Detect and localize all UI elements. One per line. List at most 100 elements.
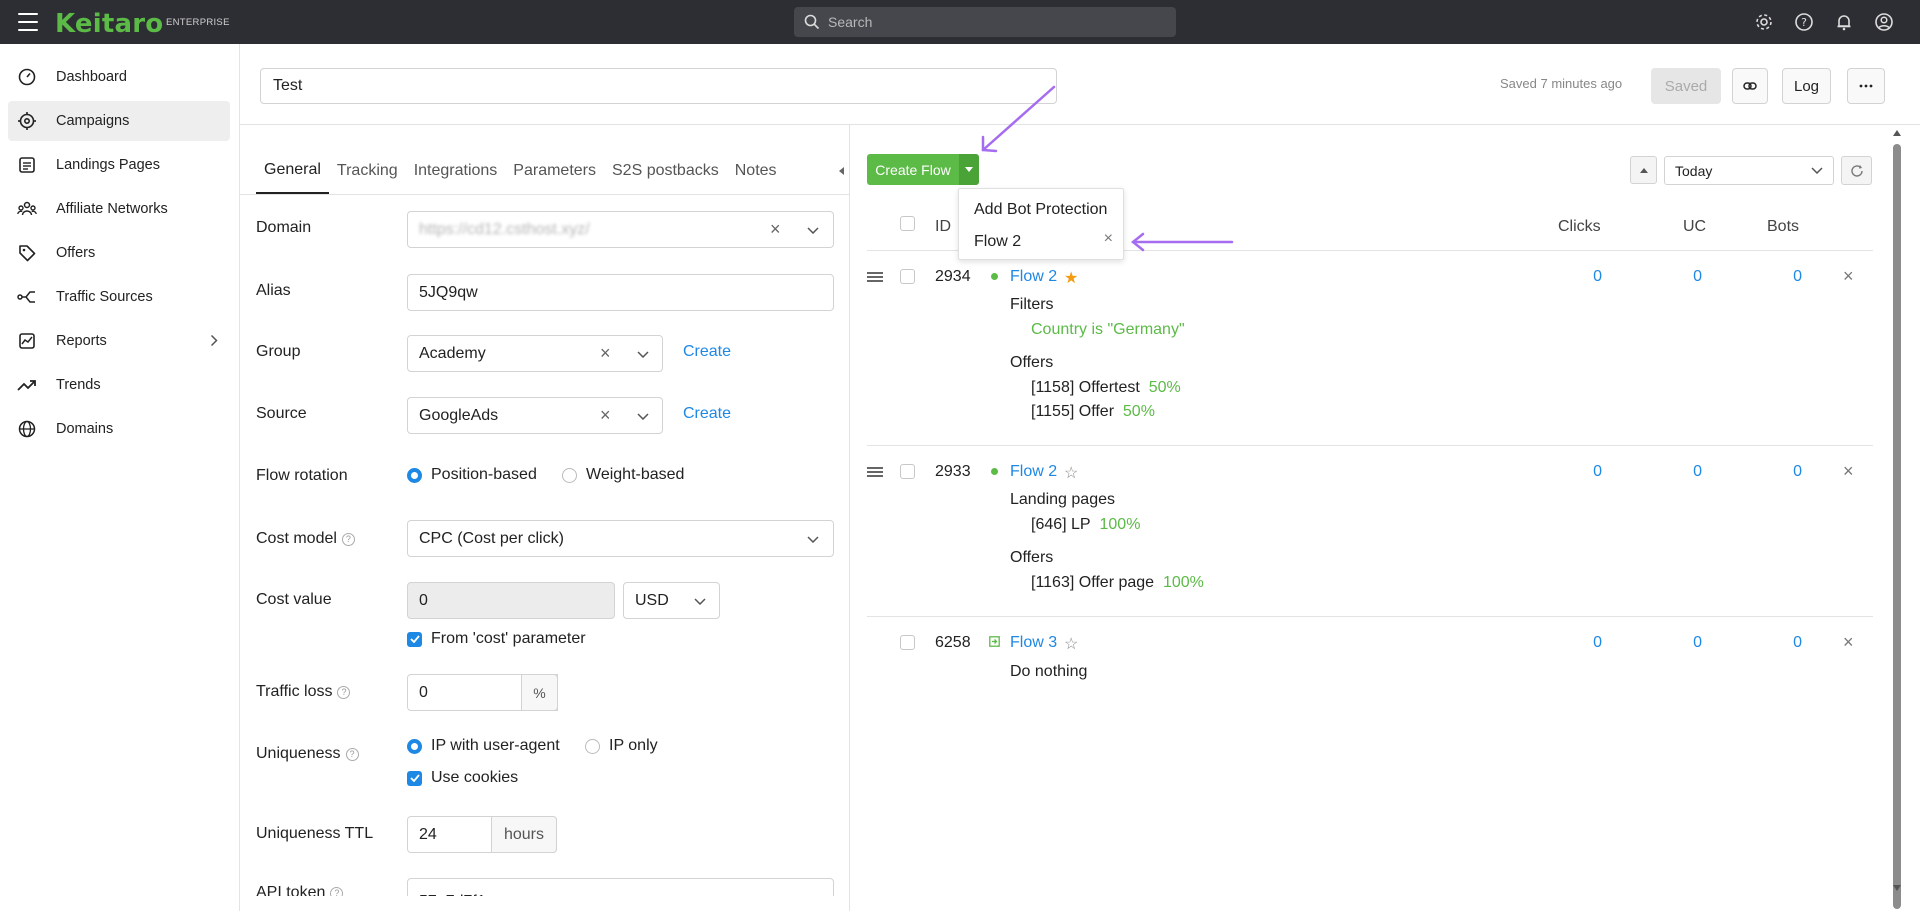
delete-flow-icon[interactable]: × <box>1843 461 1854 482</box>
tabs-scroll-left-icon[interactable] <box>838 166 845 176</box>
star-outline-icon[interactable]: ☆ <box>1064 463 1078 483</box>
search-input[interactable] <box>828 14 1128 30</box>
log-button[interactable]: Log <box>1782 68 1831 104</box>
column-bots[interactable]: Bots <box>1767 218 1799 236</box>
close-icon[interactable]: × <box>1104 230 1113 248</box>
bots-value[interactable]: 0 <box>1762 268 1802 286</box>
api-token-input[interactable]: 57e7d7f1 <box>407 878 834 896</box>
link-button[interactable] <box>1732 68 1768 104</box>
scrollbar[interactable] <box>1893 130 1901 909</box>
flow-name-link[interactable]: Flow 2 <box>1010 268 1057 286</box>
drag-handle-icon[interactable] <box>867 272 883 282</box>
sidebar-item-offers[interactable]: Offers <box>8 233 230 273</box>
tab-tracking[interactable]: Tracking <box>329 148 406 194</box>
group-value: Academy <box>419 344 486 362</box>
clicks-value[interactable]: 0 <box>1562 463 1602 481</box>
sidebar-item-domains[interactable]: Domains <box>8 409 230 449</box>
uc-value[interactable]: 0 <box>1662 268 1702 286</box>
sidebar-item-campaigns[interactable]: Campaigns <box>8 101 230 141</box>
chevron-down-icon[interactable] <box>637 351 649 358</box>
tab-notes[interactable]: Notes <box>727 148 785 194</box>
column-id[interactable]: ID <box>935 218 951 236</box>
tab-parameters[interactable]: Parameters <box>505 148 604 194</box>
create-source-link[interactable]: Create <box>683 405 731 423</box>
clear-icon[interactable]: × <box>600 405 611 426</box>
chevron-down-icon[interactable] <box>694 598 706 605</box>
cost-model-select[interactable]: CPC (Cost per click) <box>407 520 834 557</box>
alias-input[interactable]: 5JQ9qw <box>407 274 834 311</box>
clicks-value[interactable]: 0 <box>1562 634 1602 652</box>
sidebar-item-dashboard[interactable]: Dashboard <box>8 57 230 97</box>
help-icon[interactable]: ? <box>1793 11 1815 33</box>
source-select[interactable]: GoogleAds × <box>407 397 663 434</box>
sidebar-item-landing-pages[interactable]: Landings Pages <box>8 145 230 185</box>
campaign-name-input[interactable] <box>260 68 1057 104</box>
create-flow-button[interactable]: Create Flow <box>867 154 959 185</box>
scroll-up-icon[interactable] <box>1893 130 1901 136</box>
filter-item: Country is "Germany" <box>1031 321 1185 338</box>
uniqueness-ip-only-radio[interactable]: IP only <box>585 737 658 755</box>
uniqueness-ip-ua-radio[interactable]: IP with user-agent <box>407 737 560 755</box>
bell-icon[interactable] <box>1833 11 1855 33</box>
chevron-down-icon[interactable] <box>807 227 819 234</box>
chevron-down-icon[interactable] <box>807 536 819 543</box>
group-select[interactable]: Academy × <box>407 335 663 372</box>
logo[interactable]: Keitaro <box>55 9 163 39</box>
currency-select[interactable]: USD <box>623 582 720 619</box>
redirect-icon <box>989 636 1000 647</box>
column-uc[interactable]: UC <box>1683 218 1706 236</box>
from-cost-param-checkbox[interactable]: From 'cost' parameter <box>407 630 586 648</box>
delete-flow-icon[interactable]: × <box>1843 266 1854 287</box>
column-clicks[interactable]: Clicks <box>1558 218 1601 236</box>
bots-value[interactable]: 0 <box>1762 634 1802 652</box>
help-icon[interactable]: ? <box>345 747 359 761</box>
sidebar-item-affiliate-networks[interactable]: Affiliate Networks <box>8 189 230 229</box>
clear-icon[interactable]: × <box>600 343 611 364</box>
search-box[interactable] <box>794 7 1176 37</box>
scroll-down-icon[interactable] <box>1893 885 1901 891</box>
create-flow-dropdown-toggle[interactable] <box>959 154 979 185</box>
scrollbar-thumb[interactable] <box>1893 144 1901 909</box>
cost-value-input[interactable]: 0 <box>407 582 615 619</box>
select-all-checkbox[interactable] <box>900 216 915 231</box>
uc-value[interactable]: 0 <box>1662 463 1702 481</box>
chevron-down-icon[interactable] <box>637 413 649 420</box>
clear-icon[interactable]: × <box>770 219 781 240</box>
tab-s2s-postbacks[interactable]: S2S postbacks <box>604 148 727 194</box>
uc-value[interactable]: 0 <box>1662 634 1702 652</box>
user-icon[interactable] <box>1873 11 1895 33</box>
domain-select[interactable]: https://cd12.csthost.xyz/ × <box>407 211 834 248</box>
help-icon[interactable]: ? <box>341 532 355 546</box>
menu-item-flow-2[interactable]: Flow 2 <box>974 233 1021 251</box>
star-outline-icon[interactable]: ☆ <box>1064 634 1078 654</box>
more-button[interactable] <box>1847 68 1885 104</box>
rotation-weight-radio[interactable]: Weight-based <box>562 466 684 484</box>
tab-integrations[interactable]: Integrations <box>406 148 506 194</box>
create-group-link[interactable]: Create <box>683 343 731 361</box>
tab-general[interactable]: General <box>256 148 329 194</box>
row-checkbox[interactable] <box>900 635 915 650</box>
flow-name-link[interactable]: Flow 2 <box>1010 463 1057 481</box>
drag-handle-icon[interactable] <box>867 467 883 477</box>
period-select[interactable]: Today <box>1664 156 1834 185</box>
sidebar-item-trends[interactable]: Trends <box>8 365 230 405</box>
delete-flow-icon[interactable]: × <box>1843 632 1854 653</box>
clicks-value[interactable]: 0 <box>1562 268 1602 286</box>
menu-icon[interactable] <box>18 13 38 31</box>
menu-item-add-bot-protection[interactable]: Add Bot Protection <box>974 201 1107 219</box>
row-checkbox[interactable] <box>900 269 915 284</box>
gear-icon[interactable] <box>1753 11 1775 33</box>
row-checkbox[interactable] <box>900 464 915 479</box>
refresh-button[interactable] <box>1841 156 1872 185</box>
help-icon[interactable]: ? <box>330 886 344 896</box>
sidebar-item-traffic-sources[interactable]: Traffic Sources <box>8 277 230 317</box>
sidebar-item-reports[interactable]: Reports <box>8 321 230 361</box>
bots-value[interactable]: 0 <box>1762 463 1802 481</box>
saved-button[interactable]: Saved <box>1651 68 1721 104</box>
flow-name-link[interactable]: Flow 3 <box>1010 634 1057 652</box>
help-icon[interactable]: ? <box>337 685 351 699</box>
star-filled-icon[interactable]: ★ <box>1064 268 1078 288</box>
rotation-position-radio[interactable]: Position-based <box>407 466 537 484</box>
use-cookies-checkbox[interactable]: Use cookies <box>407 769 518 787</box>
collapse-button[interactable] <box>1630 156 1657 184</box>
